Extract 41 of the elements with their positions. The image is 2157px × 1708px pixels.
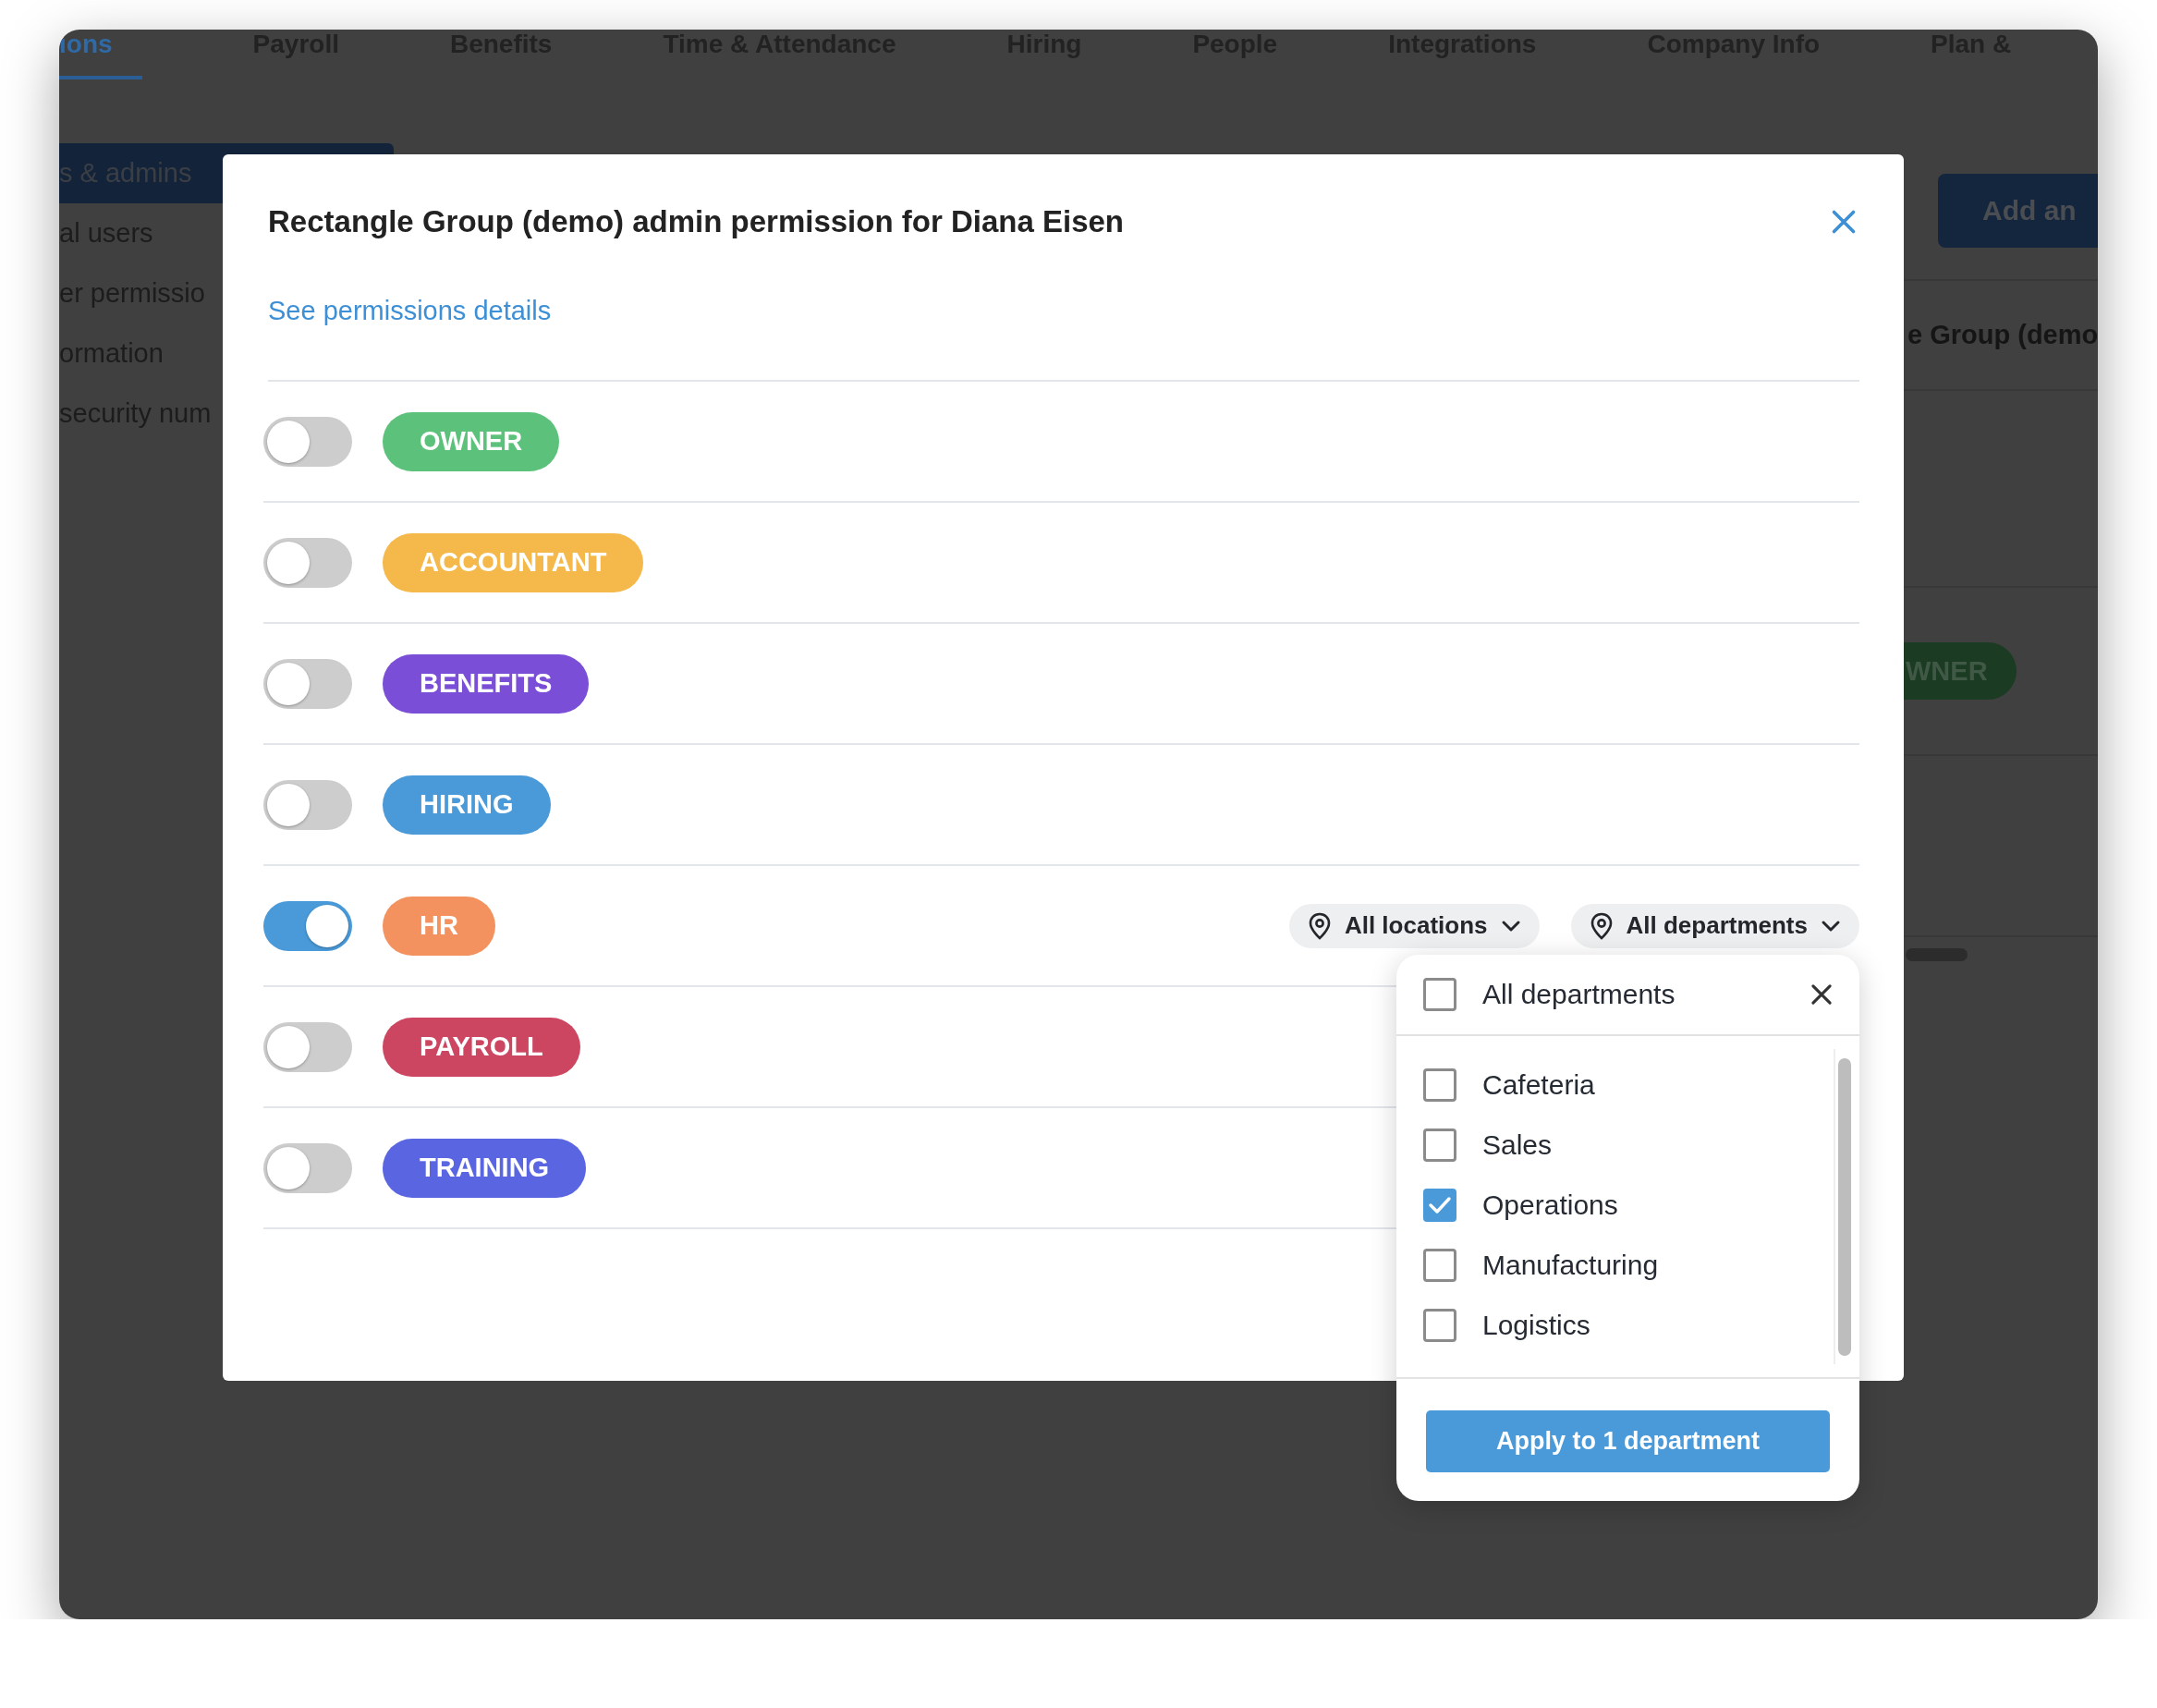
permissions-details-link[interactable]: See permissions details [268,294,552,327]
toggle-switch[interactable] [263,1021,352,1072]
role-badge: HR [383,896,495,956]
close-button[interactable] [1810,982,1834,1006]
checkbox[interactable] [1423,1248,1456,1282]
toggle-switch[interactable] [263,1142,352,1193]
option-label: Logistics [1482,1309,1590,1341]
option-label: Operations [1482,1189,1618,1221]
checkbox[interactable] [1423,1308,1456,1342]
option-label: Manufacturing [1482,1249,1659,1281]
toggle-switch[interactable] [263,537,352,588]
nav-tab[interactable]: ions [59,30,142,79]
option-label: Cafeteria [1482,1068,1595,1101]
check-icon [1428,1194,1452,1215]
option-label: All departments [1482,979,1676,1010]
toggle-switch[interactable] [263,416,352,467]
checkbox[interactable] [1423,1068,1456,1102]
role-badge: PAYROLL [383,1017,580,1077]
chevron-down-icon [1500,919,1521,933]
location-pin-icon [1307,911,1332,940]
checkbox[interactable] [1423,1128,1456,1162]
role-badge: HIRING [383,775,551,835]
role-badge: OWNER [383,411,560,471]
checkbox[interactable] [1423,1188,1456,1222]
toggle-switch[interactable] [263,900,352,951]
option-label: Sales [1482,1128,1553,1161]
scrollbar[interactable] [1834,1049,1854,1364]
role-badge: TRAINING [383,1138,587,1198]
close-icon [1830,208,1858,236]
checkbox[interactable] [1423,978,1456,1011]
role-badge: ACCOUNTANT [383,532,644,592]
filter-dropdown[interactable]: All locations [1288,903,1540,948]
toggle-switch[interactable] [263,779,352,830]
chevron-down-icon [1821,919,1841,933]
location-pin-icon [1589,911,1614,940]
apply-button[interactable]: Apply to 1 department [1426,1410,1830,1472]
filter-dropdown[interactable]: All departments [1570,903,1859,948]
close-icon [1810,982,1834,1006]
dialog-title: Rectangle Group (demo) admin permission for Diana Eisen [268,203,1124,240]
role-badge: BENEFITS [383,653,590,714]
toggle-switch[interactable] [263,658,352,709]
